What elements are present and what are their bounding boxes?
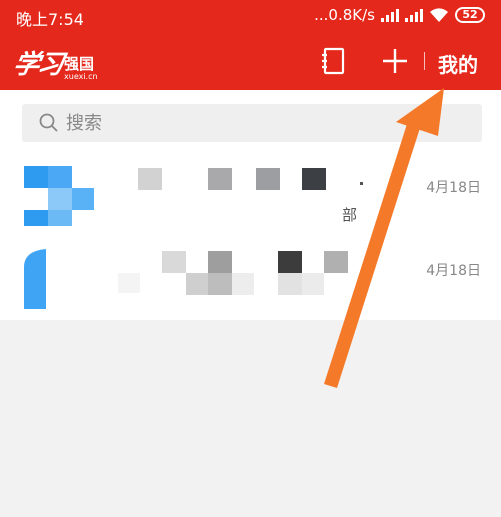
- logo-main-text: 强国: [64, 55, 95, 73]
- avatar-pixelated-icon: [24, 166, 94, 226]
- battery-indicator: 52: [455, 7, 485, 23]
- blurred-block: [360, 182, 363, 185]
- conversation-row-2[interactable]: 4月18日: [0, 245, 501, 325]
- logo-text: 强国 xuexi.cn: [64, 56, 98, 81]
- logo-sub-text: xuexi.cn: [64, 72, 98, 81]
- blurred-block: [278, 251, 302, 273]
- blurred-block: [138, 168, 162, 190]
- top-header: 晚上7:54 ...0.8K/s 52 学习 强国 xuexi.cn 我的: [0, 0, 501, 90]
- plus-icon[interactable]: [380, 46, 410, 76]
- blurred-block: [208, 251, 232, 273]
- blurred-block: [278, 273, 302, 295]
- header-divider: [424, 52, 425, 70]
- conversation-row-1[interactable]: 部 4月18日: [0, 162, 501, 242]
- signal-icon-2: [405, 8, 423, 22]
- status-bar: 晚上7:54 ...0.8K/s 52: [0, 0, 501, 32]
- status-indicators: ...0.8K/s 52: [314, 6, 485, 24]
- blurred-block: [186, 273, 208, 295]
- blurred-block: [302, 168, 326, 190]
- blurred-block: [208, 168, 232, 190]
- blurred-block: [162, 251, 186, 273]
- network-speed: ...0.8K/s: [314, 6, 375, 24]
- logo-script: 学习: [10, 50, 65, 80]
- avatar-pixelated-icon: [24, 249, 46, 309]
- wifi-icon: [430, 8, 448, 22]
- signal-icon: [381, 8, 399, 22]
- blurred-block: [232, 273, 254, 295]
- search-icon: [39, 113, 58, 132]
- blurred-block: [118, 273, 140, 293]
- app-screen: 晚上7:54 ...0.8K/s 52 学习 强国 xuexi.cn 我的 搜索…: [0, 0, 501, 517]
- search-bar[interactable]: [22, 104, 482, 142]
- mine-tab-button[interactable]: 我的: [438, 49, 478, 78]
- status-time: 晚上7:54: [16, 10, 84, 29]
- blurred-block: [208, 273, 232, 295]
- message-date: 4月18日: [426, 263, 481, 279]
- message-date: 4月18日: [426, 180, 481, 196]
- blurred-block: [302, 273, 324, 295]
- blurred-block: [324, 251, 348, 273]
- message-snippet: 部: [342, 206, 358, 224]
- search-input[interactable]: [66, 112, 446, 134]
- blurred-block: [256, 168, 280, 190]
- xuexi-logo: 学习 强国 xuexi.cn: [10, 44, 98, 81]
- address-book-icon[interactable]: [318, 46, 348, 76]
- message-list-panel: 部 4月18日 4月18日: [0, 90, 501, 320]
